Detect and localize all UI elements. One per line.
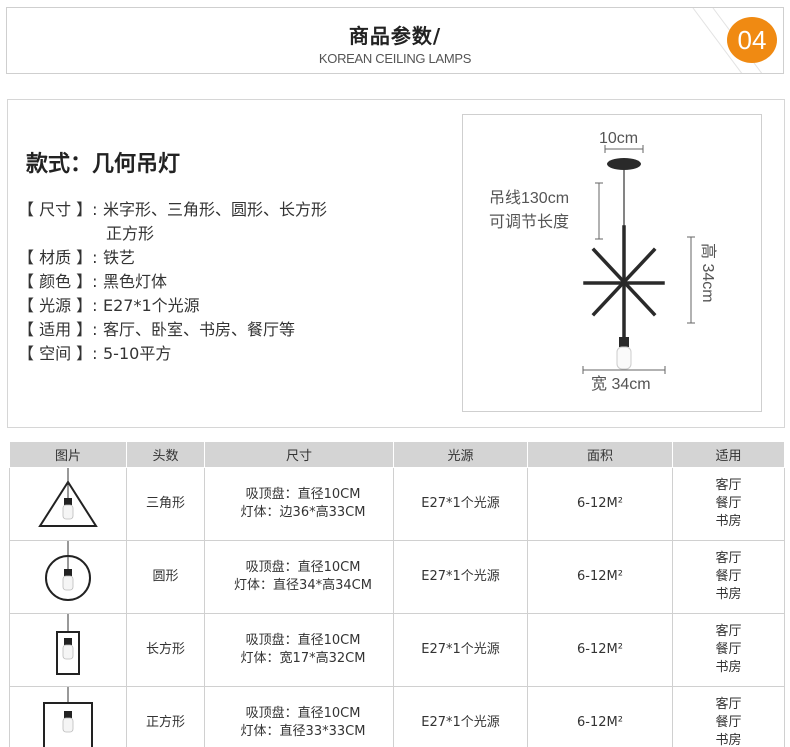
header-subtitle: KOREAN CEILING LAMPS <box>318 51 472 66</box>
light-cell: E27*1个光源 <box>393 540 528 614</box>
bulb-icon <box>616 346 632 370</box>
square-lamp-icon <box>43 687 93 747</box>
light-cell: E27*1个光源 <box>393 467 528 541</box>
shape-cell: 圆形 <box>126 540 205 614</box>
header-picture: 图片 <box>9 441 127 468</box>
dimension-width: 宽 34cm <box>591 375 651 393</box>
lamp-dimension-diagram: 10cm 吊线130cm 可调节长度 高 34cm 宽 34cm <box>462 114 762 412</box>
style-title: 款式：几何吊灯 <box>26 152 181 177</box>
table-row: 正方形 吸顶盘：直径10CM 灯体：直径33*33CM E27*1个光源 6-1… <box>9 686 785 747</box>
spec-value: 客厅、卧室、书房、餐厅等 <box>103 320 296 339</box>
table-row: 长方形 吸顶盘：直径10CM 灯体：宽17*高32CM E27*1个光源 6-1… <box>9 613 785 687</box>
spec-item-color: 【 颜色 】: 黑色灯体 <box>18 270 167 294</box>
table-header-row: 图片 头数 尺寸 光源 面积 适用 <box>9 441 785 468</box>
table-row: 三角形 吸顶盘：直径10CM 灯体：边36*高33CM E27*1个光源 6-1… <box>9 467 785 541</box>
usage-item: 书房 <box>715 514 742 529</box>
spec-label: 【 颜色 】: <box>18 272 98 291</box>
usage-item: 餐厅 <box>715 496 742 511</box>
usage-cell: 客厅 餐厅 书房 <box>672 686 785 747</box>
table-row: 圆形 吸顶盘：直径10CM 灯体：直径34*高34CM E27*1个光源 6-1… <box>9 540 785 614</box>
star-lamp-icon <box>583 225 665 339</box>
spec-item-size-cont: 正方形 <box>106 224 155 243</box>
spec-label: 【 材质 】: <box>18 248 98 267</box>
size-body: 灯体：直径34*高34CM <box>234 578 372 593</box>
light-cell: E27*1个光源 <box>393 686 528 747</box>
size-body: 灯体：宽17*高32CM <box>240 651 366 666</box>
size-canopy: 吸顶盘：直径10CM <box>245 560 361 575</box>
usage-item: 书房 <box>715 587 742 602</box>
header-light: 光源 <box>393 441 528 468</box>
picture-cell <box>9 540 127 614</box>
spec-item-material: 【 材质 】: 铁艺 <box>18 246 135 270</box>
area-cell: 6-12M² <box>527 540 673 614</box>
usage-item: 客厅 <box>715 478 742 493</box>
area-cell: 6-12M² <box>527 467 673 541</box>
spec-item-space: 【 空间 】: 5-10平方 <box>18 342 171 366</box>
usage-item: 书房 <box>715 733 742 747</box>
usage-item: 餐厅 <box>715 715 742 730</box>
spec-value: 铁艺 <box>103 248 136 267</box>
usage-item: 客厅 <box>715 551 742 566</box>
size-body: 灯体：直径33*33CM <box>240 724 366 739</box>
spec-value: 米字形、三角形、圆形、长方形 <box>103 200 328 219</box>
size-cell: 吸顶盘：直径10CM 灯体：直径34*高34CM <box>204 540 394 614</box>
header-shape: 头数 <box>126 441 205 468</box>
usage-item: 客厅 <box>715 697 742 712</box>
dimension-top-width: 10cm <box>599 130 638 147</box>
section-number-badge: 04 <box>727 17 777 63</box>
size-cell: 吸顶盘：直径10CM 灯体：宽17*高32CM <box>204 613 394 687</box>
usage-item: 餐厅 <box>715 569 742 584</box>
light-cell: E27*1个光源 <box>393 613 528 687</box>
shape-cell: 正方形 <box>126 686 205 747</box>
bulb-socket-icon <box>619 337 629 347</box>
spec-panel: 款式：几何吊灯 【 尺寸 】: 米字形、三角形、圆形、长方形 正方形 【 材质 】… <box>7 99 785 428</box>
section-header: 商品参数/ KOREAN CEILING LAMPS <box>6 7 784 74</box>
picture-cell <box>9 686 127 747</box>
lamp-diagram-svg: 10cm 吊线130cm 可调节长度 高 34cm 宽 34cm <box>489 130 717 393</box>
spec-label: 【 空间 】: <box>18 344 98 363</box>
size-cell: 吸顶盘：直径10CM 灯体：直径33*33CM <box>204 686 394 747</box>
header-usage: 适用 <box>672 441 785 468</box>
usage-cell: 客厅 餐厅 书房 <box>672 467 785 541</box>
header-area: 面积 <box>527 441 673 468</box>
spec-item-light: 【 光源 】: E27*1个光源 <box>18 294 200 318</box>
size-body: 灯体：边36*高33CM <box>240 505 366 520</box>
shape-cell: 长方形 <box>126 613 205 687</box>
picture-cell <box>9 467 127 541</box>
triangle-lamp-icon <box>38 468 98 527</box>
size-canopy: 吸顶盘：直径10CM <box>245 706 361 721</box>
size-canopy: 吸顶盘：直径10CM <box>245 487 361 502</box>
circle-lamp-icon <box>45 541 91 601</box>
spec-label: 【 光源 】: <box>18 296 98 315</box>
usage-cell: 客厅 餐厅 书房 <box>672 613 785 687</box>
header-title: 商品参数/ <box>348 24 442 48</box>
area-cell: 6-12M² <box>527 686 673 747</box>
spec-label: 【 适用 】: <box>18 320 98 339</box>
usage-item: 书房 <box>715 660 742 675</box>
ceiling-canopy-icon <box>607 158 641 170</box>
dimension-cord-length: 吊线130cm <box>489 189 569 207</box>
usage-item: 客厅 <box>715 624 742 639</box>
rectangle-lamp-icon <box>56 614 80 675</box>
product-table: 图片 头数 尺寸 光源 面积 适用 三角形 吸顶盘：直径10CM 灯体：边36*… <box>9 441 785 747</box>
size-canopy: 吸顶盘：直径10CM <box>245 633 361 648</box>
picture-cell <box>9 613 127 687</box>
size-cell: 吸顶盘：直径10CM 灯体：边36*高33CM <box>204 467 394 541</box>
usage-item: 餐厅 <box>715 642 742 657</box>
spec-item-usage: 【 适用 】: 客厅、卧室、书房、餐厅等 <box>18 318 295 342</box>
spec-label: 【 尺寸 】: <box>18 200 98 219</box>
dimension-height: 高 34cm <box>699 243 717 303</box>
dimension-cord-adjustable: 可调节长度 <box>489 213 569 231</box>
spec-value: 黑色灯体 <box>103 272 168 291</box>
spec-value: 5-10平方 <box>103 344 172 363</box>
header-size: 尺寸 <box>204 441 394 468</box>
spec-value: E27*1个光源 <box>103 296 200 315</box>
area-cell: 6-12M² <box>527 613 673 687</box>
spec-item-size: 【 尺寸 】: 米字形、三角形、圆形、长方形 <box>18 198 327 222</box>
usage-cell: 客厅 餐厅 书房 <box>672 540 785 614</box>
shape-cell: 三角形 <box>126 467 205 541</box>
